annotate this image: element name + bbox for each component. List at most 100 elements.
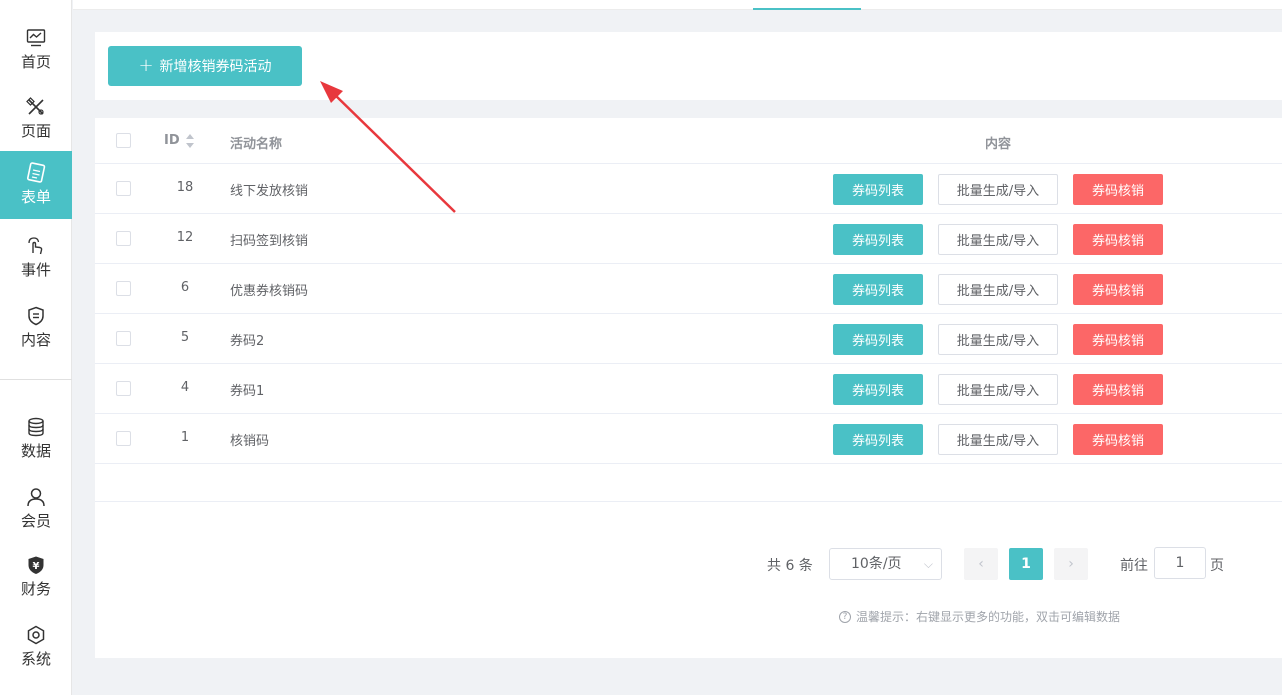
sort-icon[interactable] (185, 132, 195, 150)
finance-icon: ¥ (25, 554, 47, 576)
sidebar-item-label: 内容 (20, 331, 51, 349)
total-count: 共 6 条 (767, 558, 813, 574)
row-name: 线下发放核销 (230, 184, 309, 199)
sidebar-item-forms[interactable]: 表单 (0, 151, 72, 219)
code-list-button[interactable]: 券码列表 (833, 374, 923, 405)
row-checkbox[interactable] (116, 231, 131, 246)
table-row[interactable]: 12 扫码签到核销 券码列表 批量生成/导入 券码核销 (95, 214, 1282, 264)
batch-generate-button[interactable]: 批量生成/导入 (938, 374, 1058, 405)
row-checkbox[interactable] (116, 281, 131, 296)
sidebar-item-content[interactable]: 内容 (0, 294, 72, 362)
batch-generate-button[interactable]: 批量生成/导入 (938, 324, 1058, 355)
svg-text:¥: ¥ (33, 561, 40, 572)
toolbar-card: + 新增核销券码活动 (95, 32, 1282, 100)
chevron-down-icon: ⌵ (923, 557, 933, 571)
goto-label: 前往 (1120, 558, 1148, 574)
question-icon: ? (839, 610, 851, 623)
batch-generate-button[interactable]: 批量生成/导入 (938, 274, 1058, 305)
select-all-checkbox[interactable] (116, 133, 131, 148)
code-list-button[interactable]: 券码列表 (833, 174, 923, 205)
batch-generate-button[interactable]: 批量生成/导入 (938, 224, 1058, 255)
content-shield-icon (25, 305, 47, 327)
code-verify-button[interactable]: 券码核销 (1073, 274, 1163, 305)
page-size-value: 10条/页 (851, 556, 902, 572)
settings-hex-icon (25, 624, 47, 646)
table-row[interactable]: 6 优惠券核销码 券码列表 批量生成/导入 券码核销 (95, 264, 1282, 314)
code-verify-button[interactable]: 券码核销 (1073, 324, 1163, 355)
sidebar-item-members[interactable]: 会员 (0, 475, 72, 543)
row-checkbox[interactable] (116, 331, 131, 346)
sidebar-item-label: 事件 (20, 261, 51, 279)
hint-label: 温馨提示：右键显示更多的功能，双击可编辑数据 (856, 610, 1121, 624)
table-header: ID 活动名称 内容 (95, 118, 1282, 164)
code-verify-button[interactable]: 券码核销 (1073, 224, 1163, 255)
table-row[interactable]: 5 券码2 券码列表 批量生成/导入 券码核销 (95, 314, 1282, 364)
sidebar-item-pages[interactable]: 页面 (0, 85, 72, 153)
sidebar-item-label: 财务 (20, 580, 51, 598)
page-number-current[interactable]: 1 (1009, 548, 1043, 580)
table-row[interactable]: 18 线下发放核销 券码列表 批量生成/导入 券码核销 (95, 164, 1282, 214)
row-id: 1 (180, 430, 190, 445)
row-id: 18 (176, 180, 194, 195)
activity-table: ID 活动名称 内容 18 线下发放核销 券码列表 批量生成/导入 券码核销 1… (95, 118, 1282, 658)
code-list-button[interactable]: 券码列表 (833, 424, 923, 455)
table-row[interactable]: 1 核销码 券码列表 批量生成/导入 券码核销 (95, 414, 1282, 464)
add-activity-label: 新增核销券码活动 (159, 59, 272, 75)
code-list-button[interactable]: 券码列表 (833, 224, 923, 255)
prev-page-button[interactable]: ‹ (964, 548, 998, 580)
row-name: 券码2 (230, 334, 265, 349)
goto-page-input[interactable] (1154, 547, 1206, 579)
table-footer-row (95, 466, 1282, 502)
row-id: 4 (180, 380, 190, 395)
code-list-button[interactable]: 券码列表 (833, 324, 923, 355)
code-list-button[interactable]: 券码列表 (833, 274, 923, 305)
sidebar-item-label: 数据 (20, 442, 51, 460)
touch-icon (25, 235, 47, 257)
column-header-id[interactable]: ID (164, 133, 180, 148)
row-name: 优惠券核销码 (230, 284, 309, 299)
add-activity-button[interactable]: + 新增核销券码活动 (108, 46, 302, 86)
row-checkbox[interactable] (116, 181, 131, 196)
code-verify-button[interactable]: 券码核销 (1073, 174, 1163, 205)
chevron-right-icon: › (1068, 556, 1074, 572)
sidebar-item-label: 系统 (20, 650, 51, 668)
row-checkbox[interactable] (116, 431, 131, 446)
design-tools-icon (25, 96, 47, 118)
column-header-name: 活动名称 (230, 137, 283, 152)
sidebar-item-label: 首页 (20, 53, 51, 71)
row-name: 核销码 (230, 434, 270, 449)
database-icon (25, 416, 47, 438)
chevron-left-icon: ‹ (978, 556, 984, 572)
hint-text: ? 温馨提示：右键显示更多的功能，双击可编辑数据 (839, 608, 1120, 625)
dashboard-icon (25, 27, 47, 49)
row-id: 6 (180, 280, 190, 295)
sidebar-item-home[interactable]: 首页 (0, 16, 72, 84)
batch-generate-button[interactable]: 批量生成/导入 (938, 174, 1058, 205)
active-tab-indicator (753, 8, 861, 10)
row-id: 5 (180, 330, 190, 345)
sidebar-item-label: 页面 (20, 122, 51, 140)
code-verify-button[interactable]: 券码核销 (1073, 374, 1163, 405)
sidebar-item-label: 会员 (20, 512, 51, 530)
sidebar-item-events[interactable]: 事件 (0, 224, 72, 292)
row-checkbox[interactable] (116, 381, 131, 396)
batch-generate-button[interactable]: 批量生成/导入 (938, 424, 1058, 455)
next-page-button[interactable]: › (1054, 548, 1088, 580)
table-row[interactable]: 4 券码1 券码列表 批量生成/导入 券码核销 (95, 364, 1282, 414)
form-icon (25, 162, 47, 184)
pagination: 共 6 条 10条/页 ⌵ ‹ 1 › 前往 页 (95, 546, 1282, 582)
sidebar-item-data[interactable]: 数据 (0, 405, 72, 473)
code-verify-button[interactable]: 券码核销 (1073, 424, 1163, 455)
plus-icon: + (138, 55, 154, 76)
sidebar-divider (0, 379, 72, 380)
user-icon (25, 486, 47, 508)
page-size-select[interactable]: 10条/页 ⌵ (829, 548, 942, 580)
sidebar-item-finance[interactable]: ¥ 财务 (0, 543, 72, 611)
goto-suffix: 页 (1210, 558, 1224, 574)
sidebar-item-label: 表单 (20, 188, 51, 206)
sidebar: 首页 页面 表单 事件 内容 数据 会员 ¥ 财务 系统 (0, 0, 72, 695)
row-id: 12 (176, 230, 194, 245)
row-name: 券码1 (230, 384, 265, 399)
top-tab-bar (73, 0, 1282, 10)
sidebar-item-system[interactable]: 系统 (0, 613, 72, 681)
